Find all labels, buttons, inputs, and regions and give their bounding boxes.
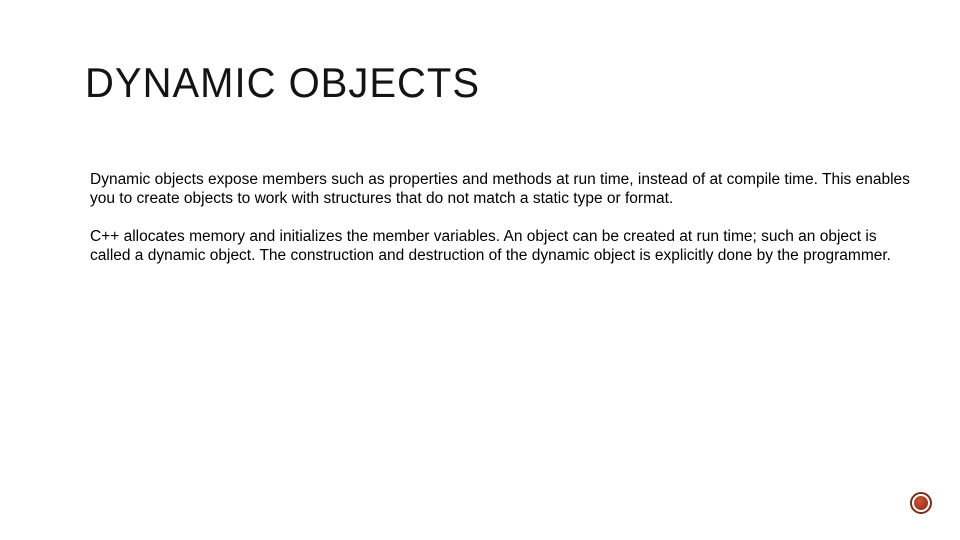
slide: DYNAMIC OBJECTS Dynamic objects expose m… xyxy=(0,0,960,540)
circle-dot-icon xyxy=(910,492,932,514)
paragraph-2: C++ allocates memory and initializes the… xyxy=(90,227,910,266)
slide-title: DYNAMIC OBJECTS xyxy=(85,60,480,107)
paragraph-1: Dynamic objects expose members such as p… xyxy=(90,170,910,209)
circle-inner xyxy=(914,496,928,510)
slide-body: Dynamic objects expose members such as p… xyxy=(90,170,910,284)
